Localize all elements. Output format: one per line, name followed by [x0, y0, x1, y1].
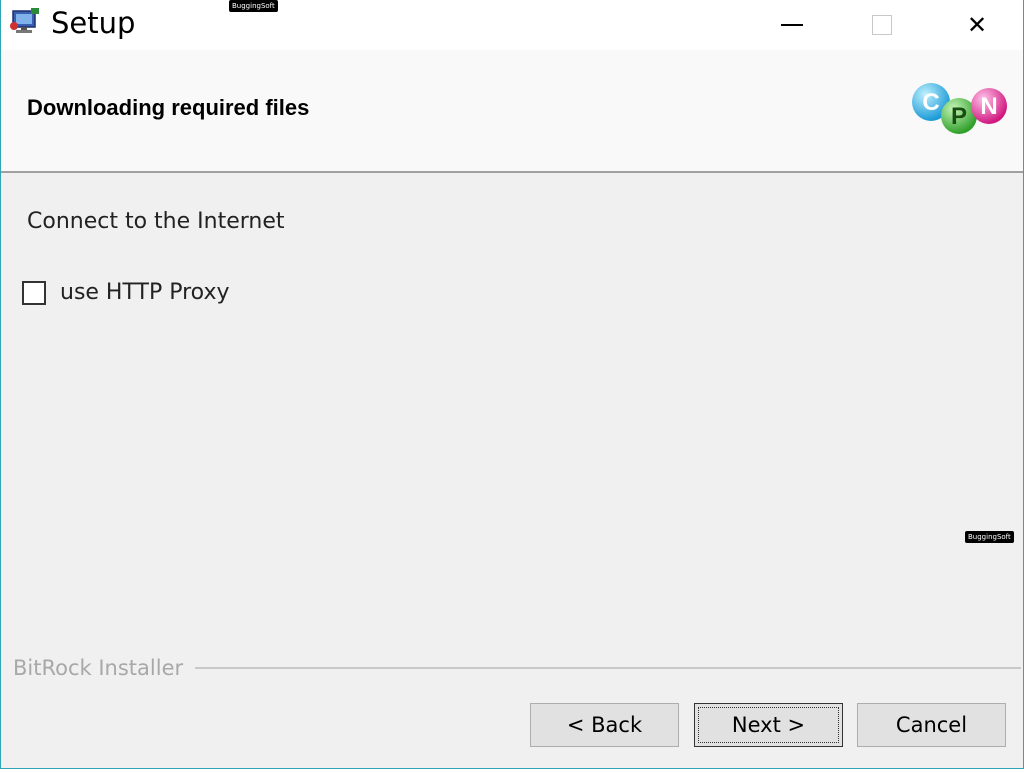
setup-window: Setup ✕ BuggingSoft Downloading required… — [0, 0, 1024, 769]
footer-divider — [195, 667, 1021, 669]
page-header: Downloading required files C P N — [1, 50, 1023, 173]
next-button[interactable]: Next > — [694, 703, 843, 747]
cancel-button[interactable]: Cancel — [857, 703, 1006, 747]
watermark-badge: BuggingSoft — [229, 0, 278, 12]
minimize-button[interactable] — [769, 0, 815, 50]
back-button[interactable]: < Back — [530, 703, 679, 747]
logo-letter-c: C — [922, 89, 939, 116]
close-button[interactable]: ✕ — [954, 0, 1000, 50]
logo-letter-p: P — [951, 103, 967, 130]
logo-letter-n: N — [980, 93, 997, 120]
maximize-icon — [872, 15, 892, 35]
proxy-checkbox-label[interactable]: use HTTP Proxy — [60, 280, 230, 305]
proxy-checkbox[interactable] — [22, 280, 46, 305]
maximize-button[interactable] — [859, 0, 905, 50]
installer-brand: BitRock Installer — [13, 656, 184, 680]
minimize-icon — [781, 24, 803, 26]
cpn-logo: C P N — [909, 82, 1013, 138]
proxy-option[interactable]: use HTTP Proxy — [22, 280, 230, 305]
close-icon: ✕ — [966, 11, 988, 39]
watermark-badge: BuggingSoft — [965, 531, 1014, 543]
window-title: Setup — [51, 6, 136, 40]
title-bar[interactable]: Setup ✕ — [1, 0, 1023, 50]
section-label: Connect to the Internet — [27, 209, 285, 234]
app-icon — [9, 8, 41, 36]
page-title: Downloading required files — [27, 95, 310, 120]
